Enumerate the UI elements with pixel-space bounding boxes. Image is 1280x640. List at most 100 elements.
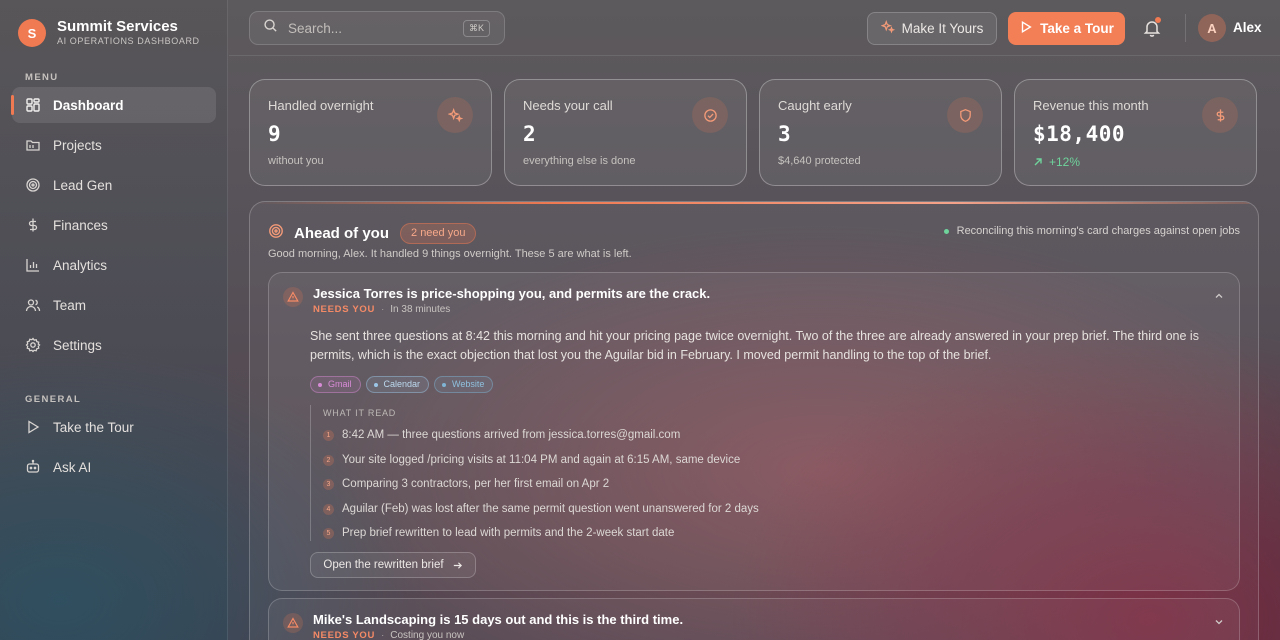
sidebar-item-label: Dashboard: [53, 97, 124, 113]
step-text: Prep brief rewritten to lead with permit…: [342, 527, 675, 539]
sidebar-item-analytics[interactable]: Analytics: [12, 247, 216, 283]
step-text: Your site logged /pricing visits at 11:0…: [342, 454, 741, 466]
what-it-read-list: WHAT IT READ 1 8:42 AM — three questions…: [310, 405, 910, 541]
step-number: 1: [323, 429, 334, 441]
collapse-button[interactable]: [1213, 289, 1225, 301]
source-tag-website: Website: [434, 376, 494, 393]
stat-card-revenue-this-month[interactable]: Revenue this month $18,400 +12%: [1014, 79, 1257, 186]
meta-separator: ·: [381, 304, 385, 315]
step-number: 2: [323, 454, 334, 466]
chevron-up-icon: [1215, 293, 1223, 298]
source-tag-calendar: Calendar: [365, 376, 430, 393]
need-you-badge: 2 need you: [400, 223, 477, 244]
stat-card-needs-your-call[interactable]: Needs your call 2 everything else is don…: [504, 79, 747, 186]
sidebar: S Summit Services AI OPERATIONS DASHBOAR…: [0, 0, 228, 640]
folder-icon: [25, 137, 41, 153]
tag-label: Calendar: [383, 379, 421, 389]
avatar[interactable]: A: [1198, 14, 1226, 42]
search-box[interactable]: ⌘K: [249, 11, 505, 45]
sidebar-item-label: Ask AI: [53, 459, 92, 475]
target-icon: [25, 177, 41, 193]
sidebar-item-settings[interactable]: Settings: [12, 327, 216, 363]
dashboard-icon: [25, 97, 41, 113]
notifications-button[interactable]: [1142, 17, 1162, 38]
make-it-yours-label: Make It Yours: [901, 21, 984, 36]
stat-card-handled-overnight[interactable]: Handled overnight 9 without you: [249, 79, 492, 186]
arrow-up-right-icon: [1034, 158, 1042, 166]
brand[interactable]: S Summit Services AI OPERATIONS DASHBOAR…: [18, 18, 200, 48]
ahead-item-jessica-torres: Jessica Torres is price-shopping you, an…: [268, 272, 1240, 591]
play-icon: [25, 419, 41, 435]
search-input[interactable]: [288, 20, 448, 36]
needs-you-tag: NEEDS YOU: [313, 304, 376, 315]
item-title[interactable]: Mike's Landscaping is 15 days out and th…: [313, 612, 683, 627]
make-it-yours-button[interactable]: Make It Yours: [867, 12, 997, 45]
open-brief-button[interactable]: Open the rewritten brief: [310, 552, 476, 578]
item-body: She sent three questions at 8:42 this mo…: [310, 329, 1199, 362]
dollar-icon: [1202, 97, 1238, 133]
sidebar-item-team[interactable]: Team: [12, 287, 216, 323]
notification-dot: [1155, 17, 1161, 23]
meta-separator: ·: [381, 630, 385, 640]
stat-sub: $4,640 protected: [778, 155, 861, 167]
open-brief-label: Open the rewritten brief: [323, 559, 444, 571]
stat-trend: +12%: [1033, 155, 1256, 169]
needs-you-tag: NEEDS YOU: [313, 630, 376, 640]
stat-sub: everything else is done: [523, 155, 636, 167]
chevron-down-icon: [1215, 620, 1223, 625]
gear-icon: [25, 337, 41, 353]
source-tag-gmail: Gmail: [310, 376, 361, 393]
brand-logo: S: [18, 19, 46, 47]
bot-icon: [25, 459, 41, 475]
dollar-icon: [25, 217, 41, 233]
sidebar-item-lead-gen[interactable]: Lead Gen: [12, 167, 216, 203]
tag-dot: [442, 382, 447, 387]
tag-dot: [373, 382, 378, 387]
check-circle-icon: [692, 97, 728, 133]
sidebar-item-label: Analytics: [53, 257, 108, 273]
sidebar-item-ask-ai[interactable]: Ask AI: [12, 449, 216, 485]
stat-card-caught-early[interactable]: Caught early 3 $4,640 protected: [759, 79, 1002, 186]
sidebar-item-label: Team: [53, 297, 87, 313]
ahead-item-mikes-landscaping[interactable]: Mike's Landscaping is 15 days out and th…: [268, 598, 1240, 640]
user-name[interactable]: Alex: [1233, 20, 1262, 35]
search-shortcut-hint: ⌘K: [462, 20, 490, 37]
list-item: 2 Your site logged /pricing visits at 11…: [323, 454, 740, 466]
bar-chart-icon: [25, 257, 41, 273]
sparkles-icon: [880, 19, 902, 37]
list-item: 3 Comparing 3 contractors, per her first…: [323, 478, 609, 490]
step-text: 8:42 AM — three questions arrived from j…: [342, 429, 681, 441]
sidebar-item-finances[interactable]: Finances: [12, 207, 216, 243]
arrow-right-icon: [453, 561, 462, 569]
warning-icon: [283, 287, 303, 307]
take-a-tour-label: Take a Tour: [1040, 21, 1114, 36]
item-when: Costing you now: [390, 630, 465, 640]
sparkles-icon: [437, 97, 473, 133]
sidebar-item-take-the-tour[interactable]: Take the Tour: [12, 409, 216, 445]
source-tags: Gmail Calendar Website: [310, 376, 498, 393]
tag-dot: [318, 382, 322, 387]
sidebar-item-label: Take the Tour: [53, 419, 134, 435]
item-when: In 38 minutes: [390, 304, 451, 315]
sidebar-item-label: Projects: [53, 137, 102, 153]
status-dot: [943, 228, 949, 234]
panel-intro: Good morning, Alex. It handled 9 things …: [268, 248, 632, 260]
general-section-label: GENERAL: [25, 394, 82, 405]
play-icon: [1019, 20, 1040, 37]
step-number: 5: [323, 527, 334, 539]
expand-button[interactable]: [1213, 615, 1225, 627]
ahead-of-you-panel: Ahead of you 2 need you Reconciling this…: [249, 201, 1259, 640]
menu-section-label: MENU: [25, 72, 59, 83]
activity-status: Reconciling this morning's card charges …: [943, 225, 1240, 237]
tag-label: Website: [452, 379, 485, 389]
sidebar-item-projects[interactable]: Projects: [12, 127, 216, 163]
sidebar-item-label: Settings: [53, 337, 102, 353]
item-title[interactable]: Jessica Torres is price-shopping you, an…: [313, 286, 710, 301]
step-number: 4: [323, 503, 334, 515]
list-item: 1 8:42 AM — three questions arrived from…: [323, 429, 680, 441]
top-bar: ⌘K Make It Yours Take a Tour A Alex: [229, 0, 1280, 56]
sidebar-item-label: Lead Gen: [53, 177, 113, 193]
sidebar-item-dashboard[interactable]: Dashboard: [11, 87, 216, 123]
target-icon: [268, 223, 284, 244]
take-a-tour-button[interactable]: Take a Tour: [1008, 12, 1125, 45]
